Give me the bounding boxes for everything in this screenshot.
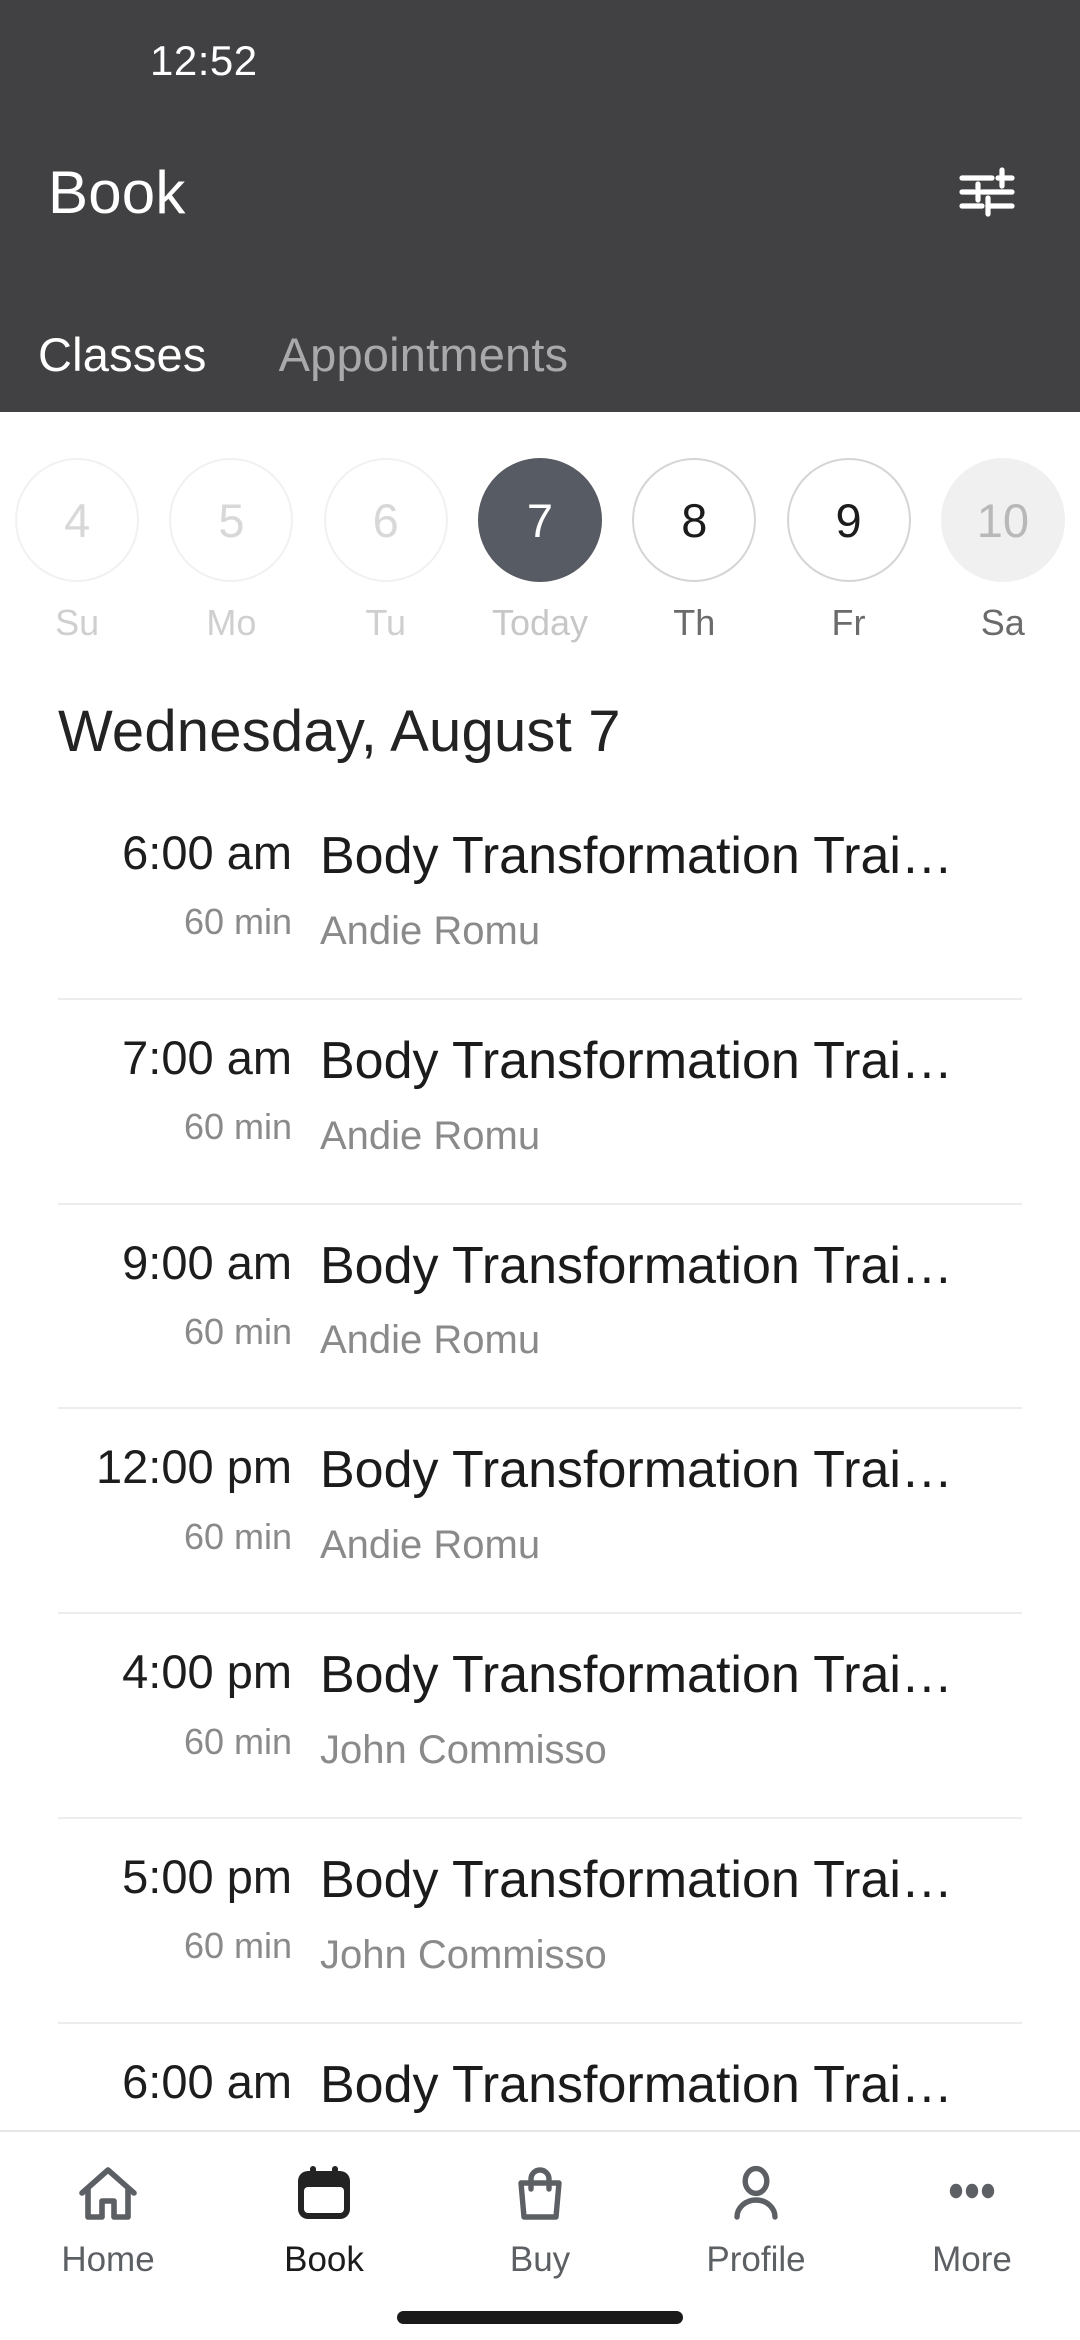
tab-appointments[interactable]: Appointments [271, 331, 577, 378]
day-heading: Wednesday, August 7 [58, 699, 621, 764]
class-list-item[interactable]: 7:00 am 60 min Body Transformation Trai…… [58, 1000, 1022, 1205]
nav-item-buy[interactable]: Buy [432, 2158, 648, 2280]
nav-label: Home [61, 2240, 155, 2279]
class-list-item[interactable]: 4:00 pm 60 min Body Transformation Trai…… [58, 1614, 1022, 1819]
class-name: Body Transformation Trai… [320, 1850, 953, 1909]
class-info-block: Body Transformation Trai… John Commisso [320, 1849, 1022, 1978]
class-list-item[interactable]: 5:00 pm 60 min Body Transformation Trai…… [58, 1819, 1022, 2024]
date-cell-6[interactable]: 6 Tu [309, 458, 463, 644]
class-instructor: Andie Romu [320, 1113, 541, 1158]
class-start-time: 9:00 am [122, 1235, 292, 1289]
class-name: Body Transformation Trai… [320, 1236, 953, 1295]
class-instructor: John Commisso [320, 1932, 607, 1977]
class-name: Body Transformation Trai… [320, 827, 953, 885]
page-title: Book [48, 158, 186, 226]
status-bar-clock: 12:52 [150, 37, 258, 84]
class-info-block: Body Transformation Trai… John Commisso [320, 1644, 1022, 1773]
tune-filter-icon [958, 166, 1016, 218]
class-start-time: 4:00 pm [122, 1645, 292, 1699]
class-time-block: 7:00 am 60 min [58, 1030, 320, 1148]
class-instructor: Andie Romu [320, 908, 541, 953]
tab-classes[interactable]: Classes [30, 331, 215, 378]
class-name: Body Transformation Trai… [320, 2055, 953, 2114]
nav-item-book[interactable]: Book [216, 2158, 432, 2280]
date-circle: 9 [786, 458, 911, 582]
class-start-time: 5:00 pm [122, 1849, 292, 1903]
date-cell-7-selected[interactable]: 7 Today [463, 458, 617, 644]
calendar-icon [294, 2158, 354, 2230]
person-icon [726, 2158, 786, 2230]
home-indicator[interactable] [397, 2310, 683, 2324]
class-time-block: 4:00 pm 60 min [58, 1644, 320, 1762]
home-icon [76, 2158, 140, 2230]
class-name: Body Transformation Trai… [320, 1031, 953, 1090]
date-dow-label: Su [55, 602, 100, 643]
class-duration: 60 min [183, 1106, 292, 1148]
nav-label: Buy [509, 2240, 571, 2279]
class-duration: 60 min [183, 1310, 292, 1352]
date-circle: 6 [323, 458, 448, 582]
class-duration: 60 min [183, 1720, 292, 1762]
class-list-item[interactable]: 6:00 am 60 min Body Transformation Trai…… [58, 799, 1022, 1000]
nav-item-home[interactable]: Home [0, 2158, 216, 2280]
class-info-block: Body Transformation Trai… [320, 2054, 1022, 2130]
class-list-item[interactable]: 9:00 am 60 min Body Transformation Trai…… [58, 1205, 1022, 1410]
three-dots-icon [942, 2158, 1002, 2230]
class-list-item-partial[interactable]: 6:00 am 60 min Body Transformation Trai… [58, 2024, 1022, 2130]
class-start-time: 6:00 am [122, 826, 292, 879]
date-circle: 8 [632, 458, 757, 582]
class-duration: 60 min [183, 1925, 292, 1967]
date-selector: 4 Su 5 Mo 6 Tu 7 Today 8 Th 9 Fr 10 Sa [0, 412, 1080, 672]
nav-item-more[interactable]: More [864, 2158, 1080, 2280]
home-indicator-area [0, 2294, 1080, 2340]
class-info-block: Body Transformation Trai… Andie Romu [320, 1439, 1022, 1568]
date-cell-9[interactable]: 9 Fr [771, 458, 925, 644]
nav-label: Book [284, 2240, 364, 2279]
class-start-time: 12:00 pm [96, 1440, 292, 1494]
class-info-block: Body Transformation Trai… Andie Romu [320, 1030, 1022, 1159]
filter-button[interactable] [942, 147, 1032, 237]
app-bar: Book [0, 122, 1080, 262]
tab-bar: Classes Appointments [0, 262, 1080, 412]
date-circle: 10 [940, 458, 1065, 582]
class-instructor: John Commisso [320, 1727, 607, 1772]
class-instructor: Andie Romu [320, 1318, 541, 1363]
nav-item-profile[interactable]: Profile [648, 2158, 864, 2280]
class-name: Body Transformation Trai… [320, 1441, 953, 1500]
date-dow-label: Th [673, 602, 716, 643]
date-dow-label: Today [491, 602, 589, 643]
app-screen: 12:52 Book Classes Appointments 4 Su 5 M… [0, 0, 1080, 2340]
class-list[interactable]: 6:00 am 60 min Body Transformation Trai…… [0, 799, 1080, 2130]
nav-label: More [932, 2240, 1012, 2279]
class-time-block: 5:00 pm 60 min [58, 1849, 320, 1967]
class-time-block: 6:00 am 60 min [58, 2054, 320, 2130]
date-dow-label: Tu [365, 602, 407, 643]
date-circle: 7 [477, 458, 602, 582]
date-dow-label: Mo [206, 602, 257, 643]
class-time-block: 6:00 am 60 min [58, 825, 320, 943]
class-instructor: Andie Romu [320, 1523, 541, 1568]
class-name: Body Transformation Trai… [320, 1646, 953, 1705]
date-dow-label: Sa [980, 602, 1025, 643]
date-cell-4[interactable]: 4 Su [0, 458, 154, 644]
date-cell-10[interactable]: 10 Sa [926, 458, 1080, 644]
nav-label: Profile [706, 2240, 806, 2279]
class-time-block: 12:00 pm 60 min [58, 1439, 320, 1557]
date-dow-label: Fr [831, 602, 866, 643]
class-info-block: Body Transformation Trai… Andie Romu [320, 1235, 1022, 1364]
date-circle: 4 [15, 458, 140, 582]
date-circle: 5 [169, 458, 294, 582]
status-bar: 12:52 [0, 0, 1080, 122]
class-time-block: 9:00 am 60 min [58, 1235, 320, 1353]
class-duration: 60 min [183, 1515, 292, 1557]
shopping-bag-icon [510, 2158, 570, 2230]
class-info-block: Body Transformation Trai… Andie Romu [320, 825, 1022, 954]
class-start-time: 7:00 am [122, 1030, 292, 1084]
date-cell-5[interactable]: 5 Mo [154, 458, 308, 644]
date-cell-8[interactable]: 8 Th [617, 458, 771, 644]
class-duration: 60 min [183, 901, 292, 943]
class-list-item[interactable]: 12:00 pm 60 min Body Transformation Trai… [58, 1409, 1022, 1615]
class-start-time: 6:00 am [122, 2054, 292, 2108]
app-header: 12:52 Book Classes Appointments [0, 0, 1080, 412]
